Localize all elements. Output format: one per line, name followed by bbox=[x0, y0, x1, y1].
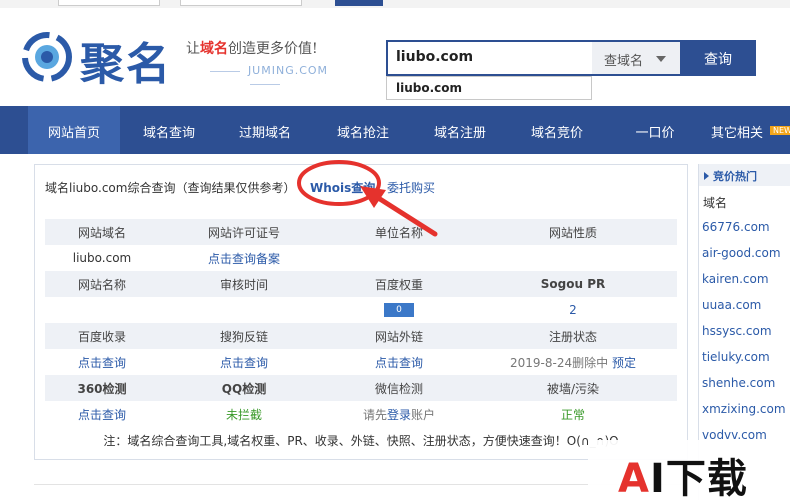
th-review-time: 审核时间 bbox=[159, 271, 329, 297]
th-license: 网站许可证号 bbox=[159, 219, 329, 245]
search-type-label: 查域名 bbox=[604, 54, 644, 69]
panel-title: 域名liubo.com综合查询（查询结果仅供参考） bbox=[45, 181, 296, 195]
chevron-down-icon bbox=[656, 56, 666, 62]
value-site-name bbox=[45, 297, 159, 323]
sidebar-domain-item[interactable]: shenhe.com bbox=[702, 376, 786, 402]
th-site-domain: 网站域名 bbox=[45, 219, 159, 245]
table-row: 点击查询 未拦截 请先登录账户 正常 bbox=[45, 401, 677, 427]
brand-name[interactable]: 聚名 bbox=[80, 28, 172, 92]
slogan-post: 创造更多价值! bbox=[228, 41, 318, 57]
nav-item-snap[interactable]: 域名抢注 bbox=[324, 106, 402, 154]
baidu-weight-cell: 0 bbox=[329, 297, 469, 323]
link-360-check[interactable]: 点击查询 bbox=[45, 401, 159, 427]
search-type-select[interactable]: 查域名 bbox=[592, 40, 680, 76]
highlight-arrow-icon bbox=[360, 186, 438, 237]
link-baidu-index[interactable]: 点击查询 bbox=[45, 349, 159, 375]
new-badge: NEW bbox=[770, 126, 790, 135]
th-site-nature: 网站性质 bbox=[469, 219, 677, 245]
sidebar-domain-item[interactable]: air-good.com bbox=[702, 246, 786, 272]
baidu-weight-badge-icon[interactable]: 0 bbox=[384, 303, 414, 318]
th-reg-status: 注册状态 bbox=[469, 323, 677, 349]
top-link-box-1[interactable] bbox=[58, 0, 160, 6]
th-wechat-check: 微信检测 bbox=[329, 375, 469, 401]
search-button[interactable]: 查询 bbox=[680, 40, 756, 76]
value-wechat-post: 账户 bbox=[411, 407, 436, 422]
slogan-highlight: 域名 bbox=[200, 41, 228, 57]
wechat-check-cell: 请先登录账户 bbox=[329, 401, 469, 427]
th-blocked: 被墙/污染 bbox=[469, 375, 677, 401]
th-sogou-backlinks: 搜狗反链 bbox=[159, 323, 329, 349]
th-site-name: 网站名称 bbox=[45, 271, 159, 297]
sidebar-domain-item[interactable]: hssysc.com bbox=[702, 324, 786, 350]
sidebar-domain-item[interactable]: xmzixing.com bbox=[702, 402, 786, 428]
slogan: 让域名创造更多价值! bbox=[186, 38, 318, 58]
table-header-row: 网站名称 审核时间 百度权重 Sogou PR bbox=[45, 271, 677, 297]
juming-logo-icon[interactable] bbox=[22, 32, 72, 82]
slogan-pre: 让 bbox=[186, 41, 200, 57]
link-reserve[interactable]: 预定 bbox=[612, 356, 636, 370]
search-suggestion[interactable]: liubo.com bbox=[386, 76, 592, 100]
nav-item-other[interactable]: 其它相关 bbox=[704, 106, 770, 154]
nav-item-home[interactable]: 网站首页 bbox=[28, 106, 120, 154]
top-link-box-2[interactable] bbox=[180, 0, 302, 6]
query-note: 注：域名综合查询工具,域名权重、PR、收录、外链、快照、注册状态，方便快速查询！… bbox=[45, 427, 677, 451]
table-row: 点击查询 点击查询 点击查询 2019-8-24删除中 预定 bbox=[45, 349, 677, 375]
value-wechat-pre: 请先 bbox=[362, 407, 387, 422]
site-domain: JUMING.COM bbox=[190, 64, 340, 90]
table-header-row: 百度收录 搜狗反链 网站外链 注册状态 bbox=[45, 323, 677, 349]
sidebar-heading[interactable]: 竞价热门 bbox=[699, 164, 790, 186]
value-review-time bbox=[159, 297, 329, 323]
nav-item-fixed-price[interactable]: 一口价 bbox=[624, 106, 686, 154]
sidebar-subheading: 域名 bbox=[703, 196, 728, 210]
top-toolbar-strip bbox=[0, 0, 790, 8]
table-row: 0 2 bbox=[45, 297, 677, 323]
value-qq-check: 未拦截 bbox=[159, 401, 329, 427]
th-baidu-weight: 百度权重 bbox=[329, 271, 469, 297]
nav-item-domain-query[interactable]: 域名查询 bbox=[130, 106, 208, 154]
th-baidu-index: 百度收录 bbox=[45, 323, 159, 349]
watermark-text: AI下载 bbox=[618, 446, 748, 500]
top-button[interactable] bbox=[335, 0, 383, 6]
watermark: AI下载 bbox=[588, 440, 790, 500]
value-reg-status: 2019-8-24删除中 bbox=[510, 355, 609, 370]
table-header-row: 360检测 QQ检测 微信检测 被墙/污染 bbox=[45, 375, 677, 401]
sidebar-domain-item[interactable]: kairen.com bbox=[702, 272, 786, 298]
th-sogou-pr: Sogou PR bbox=[469, 271, 677, 297]
watermark-rest: I下载 bbox=[649, 456, 748, 500]
main-nav: 网站首页 域名查询 过期域名 域名抢注 域名注册 域名竞价 一口价 其它相关 N… bbox=[0, 106, 790, 154]
value-sogou-pr: 2 bbox=[469, 297, 677, 323]
search-input[interactable]: liubo.com bbox=[386, 40, 592, 76]
th-qq-check: QQ检测 bbox=[159, 375, 329, 401]
nav-item-register[interactable]: 域名注册 bbox=[421, 106, 499, 154]
domain-info-table: 网站域名 网站许可证号 单位名称 网站性质 liubo.com 点击查询备案 网… bbox=[45, 219, 677, 427]
sidebar-domain-list: 66776.com air-good.com kairen.com uuaa.c… bbox=[702, 220, 786, 454]
link-sogou-backlinks[interactable]: 点击查询 bbox=[159, 349, 329, 375]
sidebar-domain-item[interactable]: 66776.com bbox=[702, 220, 786, 246]
nav-item-expired[interactable]: 过期域名 bbox=[226, 106, 304, 154]
sidebar-domain-item[interactable]: tieluky.com bbox=[702, 350, 786, 376]
link-check-icp[interactable]: 点击查询备案 bbox=[159, 245, 329, 271]
link-login[interactable]: 登录 bbox=[387, 408, 411, 422]
value-site-nature bbox=[469, 245, 677, 271]
th-360-check: 360检测 bbox=[45, 375, 159, 401]
watermark-a: A bbox=[618, 456, 650, 500]
reg-status-cell: 2019-8-24删除中 预定 bbox=[469, 349, 677, 375]
value-site-domain: liubo.com bbox=[45, 245, 159, 271]
sidebar-domain-item[interactable]: uuaa.com bbox=[702, 298, 786, 324]
nav-item-auction[interactable]: 域名竞价 bbox=[518, 106, 596, 154]
value-blocked: 正常 bbox=[469, 401, 677, 427]
link-external-links[interactable]: 点击查询 bbox=[329, 349, 469, 375]
th-external-links: 网站外链 bbox=[329, 323, 469, 349]
